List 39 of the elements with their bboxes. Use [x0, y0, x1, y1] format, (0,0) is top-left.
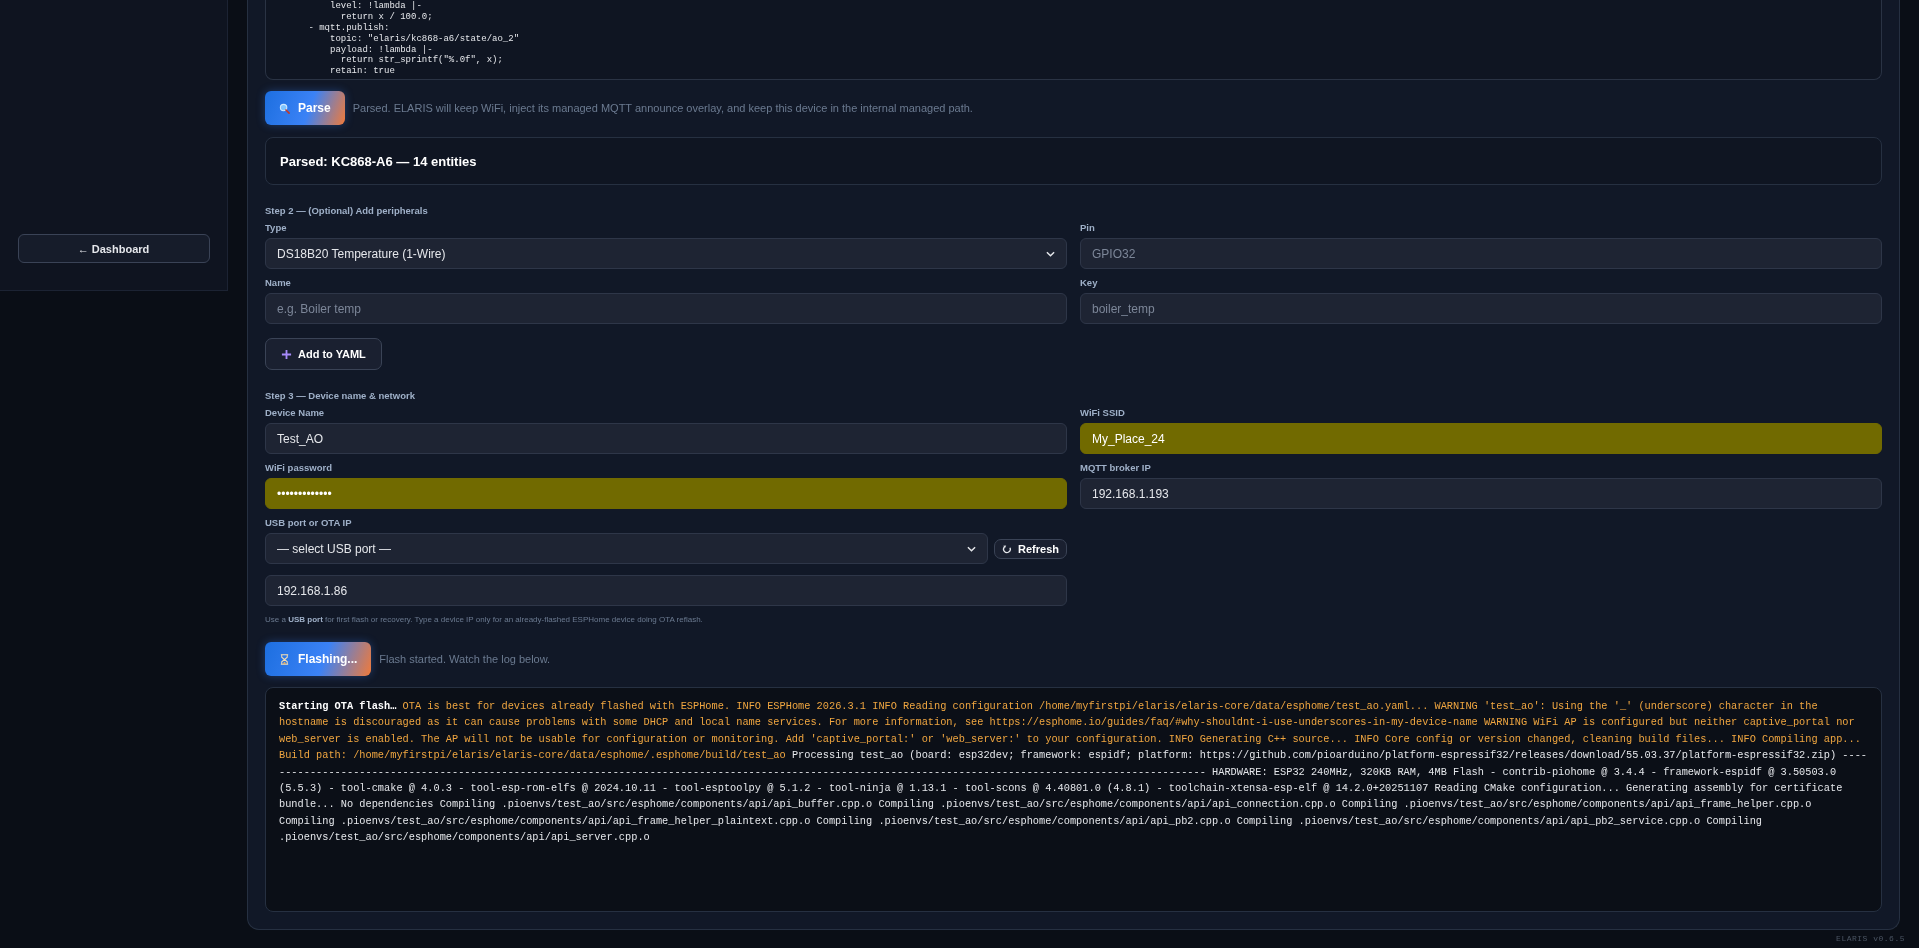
version-label: ELARIS v0.6.5 — [1836, 934, 1905, 943]
input-field[interactable]: boiler_temp — [1080, 293, 1882, 324]
flashing-button[interactable]: Flashing... — [265, 642, 372, 676]
flash-log: Starting OTA flash… OTA is best for devices already flashed with ESPHome. INFO ESPHome 2026.3.1 INFO Reading configuration /home/myfirstpi/elaris/elaris-core/data/esphome/test_ao.yaml... WARNING 'test_ao': Using the '_' (underscore) character in the hostname is discouraged as it can cause problems with some DHCP and local name services. For more information, see https://esphome.io/guides/faq/#why-shouldnt-i-use-underscores-in-my-device-name WARNING WiFi AP is configured but neither captive_portal nor web_server is enabled. The AP will not be usable for configuration or monitoring. Add 'captive_portal:' or 'web_server:' to your configuration. INFO Generating C++ source... INFO Core config or version changed, cleaning build files... INFO Compiling app... Build path: /home/myfirstpi/elaris/elaris-core/data/esphome/.esphome/build/test_ao Processing test_ao (board: esp32dev; framework: espidf; platform: https://github.com/pioarduino/platform-espressif32/releases/download/55.03.37/platform-espressif32.zip) ---------------------------------------------------------------------------------------------------------------------------------------------------------- HARDWARE: ESP32 240MHz, 320KB RAM, 4MB Flash - contrib-piohome @ 3.4.4 - framework-espidf @ 3.50503.0 (5.5.3) - tool-cmake @ 4.0.3 - tool-esp-rom-elfs @ 2024.10.11 - tool-esptoolpy @ 5.1.2 - tool-ninja @ 1.13.1 - tool-scons @ 4.40801.0 (4.8.1) - toolchain-xtensa-esp-elf @ 14.2.0+20251107 Reading CMake configuration... Generating assembly for certificate bundle... No dependencies Compiling .pioenvs/test_ao/src/esphome/components/api/api_buffer.cpp.o Compiling .pioenvs/test_ao/src/esphome/components/api/api_connection.cpp.o Compiling .pioenvs/test_ao/src/esphome/components/api/api_frame_helper.cpp.o Compiling .pioenvs/test_ao/src/esphome/components/api/api_frame_helper_plaintext.cpp.o Compiling .pioenvs/test_ao/src/esphome/components/api/api_pb2.cpp.o Compiling .pioenvs/test_ao/src/esphome/components/api/api_pb2_service.cpp.o Compiling .pioenvs/test_ao/src/esphome/components/api/api_server.cpp.o — [265, 687, 1882, 912]
hourglass-icon — [279, 653, 290, 665]
add-to-yaml-button[interactable]: Add to YAML — [265, 338, 382, 370]
ota-ip-field[interactable]: 192.168.1.86 — [265, 575, 1067, 606]
chevron-down-icon — [1046, 250, 1055, 257]
field-label: MQTT broker IP — [1080, 462, 1152, 473]
field-label: Pin — [1080, 222, 1096, 233]
dashboard-button[interactable]: ← Dashboard — [17, 234, 210, 263]
input-field[interactable]: ••••••••••••• — [265, 478, 1067, 509]
plus-icon — [281, 348, 292, 360]
yaml-editor[interactable]: level: !lambda |- return x / 100.0; - mqtt.publish: topic: "elaris/kc868-a6/state/ao_2" payload: !lambda |- return str_sprintf("%.0f", x); retain: true — [265, 0, 1882, 80]
field-label: Name — [265, 277, 292, 288]
input-field[interactable]: My_Place_24 — [1080, 423, 1882, 454]
field-label: USB port or OTA IP — [265, 517, 353, 528]
step-heading: Step 2 — (Optional) Add peripherals — [265, 205, 429, 216]
hint-text: Use a USB port for first flash or recovery. Type a device IP only for an already-flashed ESPHome device doing OTA reflash. — [265, 615, 704, 624]
field-label: WiFi SSID — [1080, 407, 1126, 418]
input-field[interactable]: e.g. Boiler temp — [265, 293, 1067, 324]
field-label: WiFi password — [265, 462, 333, 473]
parsed-summary: Parsed: KC868-A6 — 14 entities — [265, 137, 1882, 185]
chevron-down-icon — [967, 545, 977, 552]
input-field[interactable]: GPIO32 — [1080, 238, 1882, 269]
field-label: Device Name — [265, 407, 326, 418]
parse-button[interactable]: Parse — [265, 91, 345, 125]
search-icon — [279, 102, 290, 114]
type-dropdown[interactable]: DS18B20 Temperature (1-Wire) — [265, 238, 1067, 269]
field-label: Type — [265, 222, 288, 233]
flash-message: Flash started. Watch the log below. — [379, 653, 551, 665]
usb-port-dropdown[interactable]: — select USB port — — [265, 533, 989, 564]
refresh-button[interactable]: Refresh — [994, 538, 1067, 559]
input-field[interactable]: Test_AO — [265, 423, 1067, 454]
step-heading: Step 3 — Device name & network — [265, 390, 416, 401]
field-label: Key — [1080, 277, 1099, 288]
input-field[interactable]: 192.168.1.193 — [1080, 478, 1882, 509]
parse-message: Parsed. ELARIS will keep WiFi, inject its managed MQTT announce overlay, and keep this device in the internal managed path. — [352, 102, 973, 114]
refresh-icon — [1002, 543, 1013, 554]
